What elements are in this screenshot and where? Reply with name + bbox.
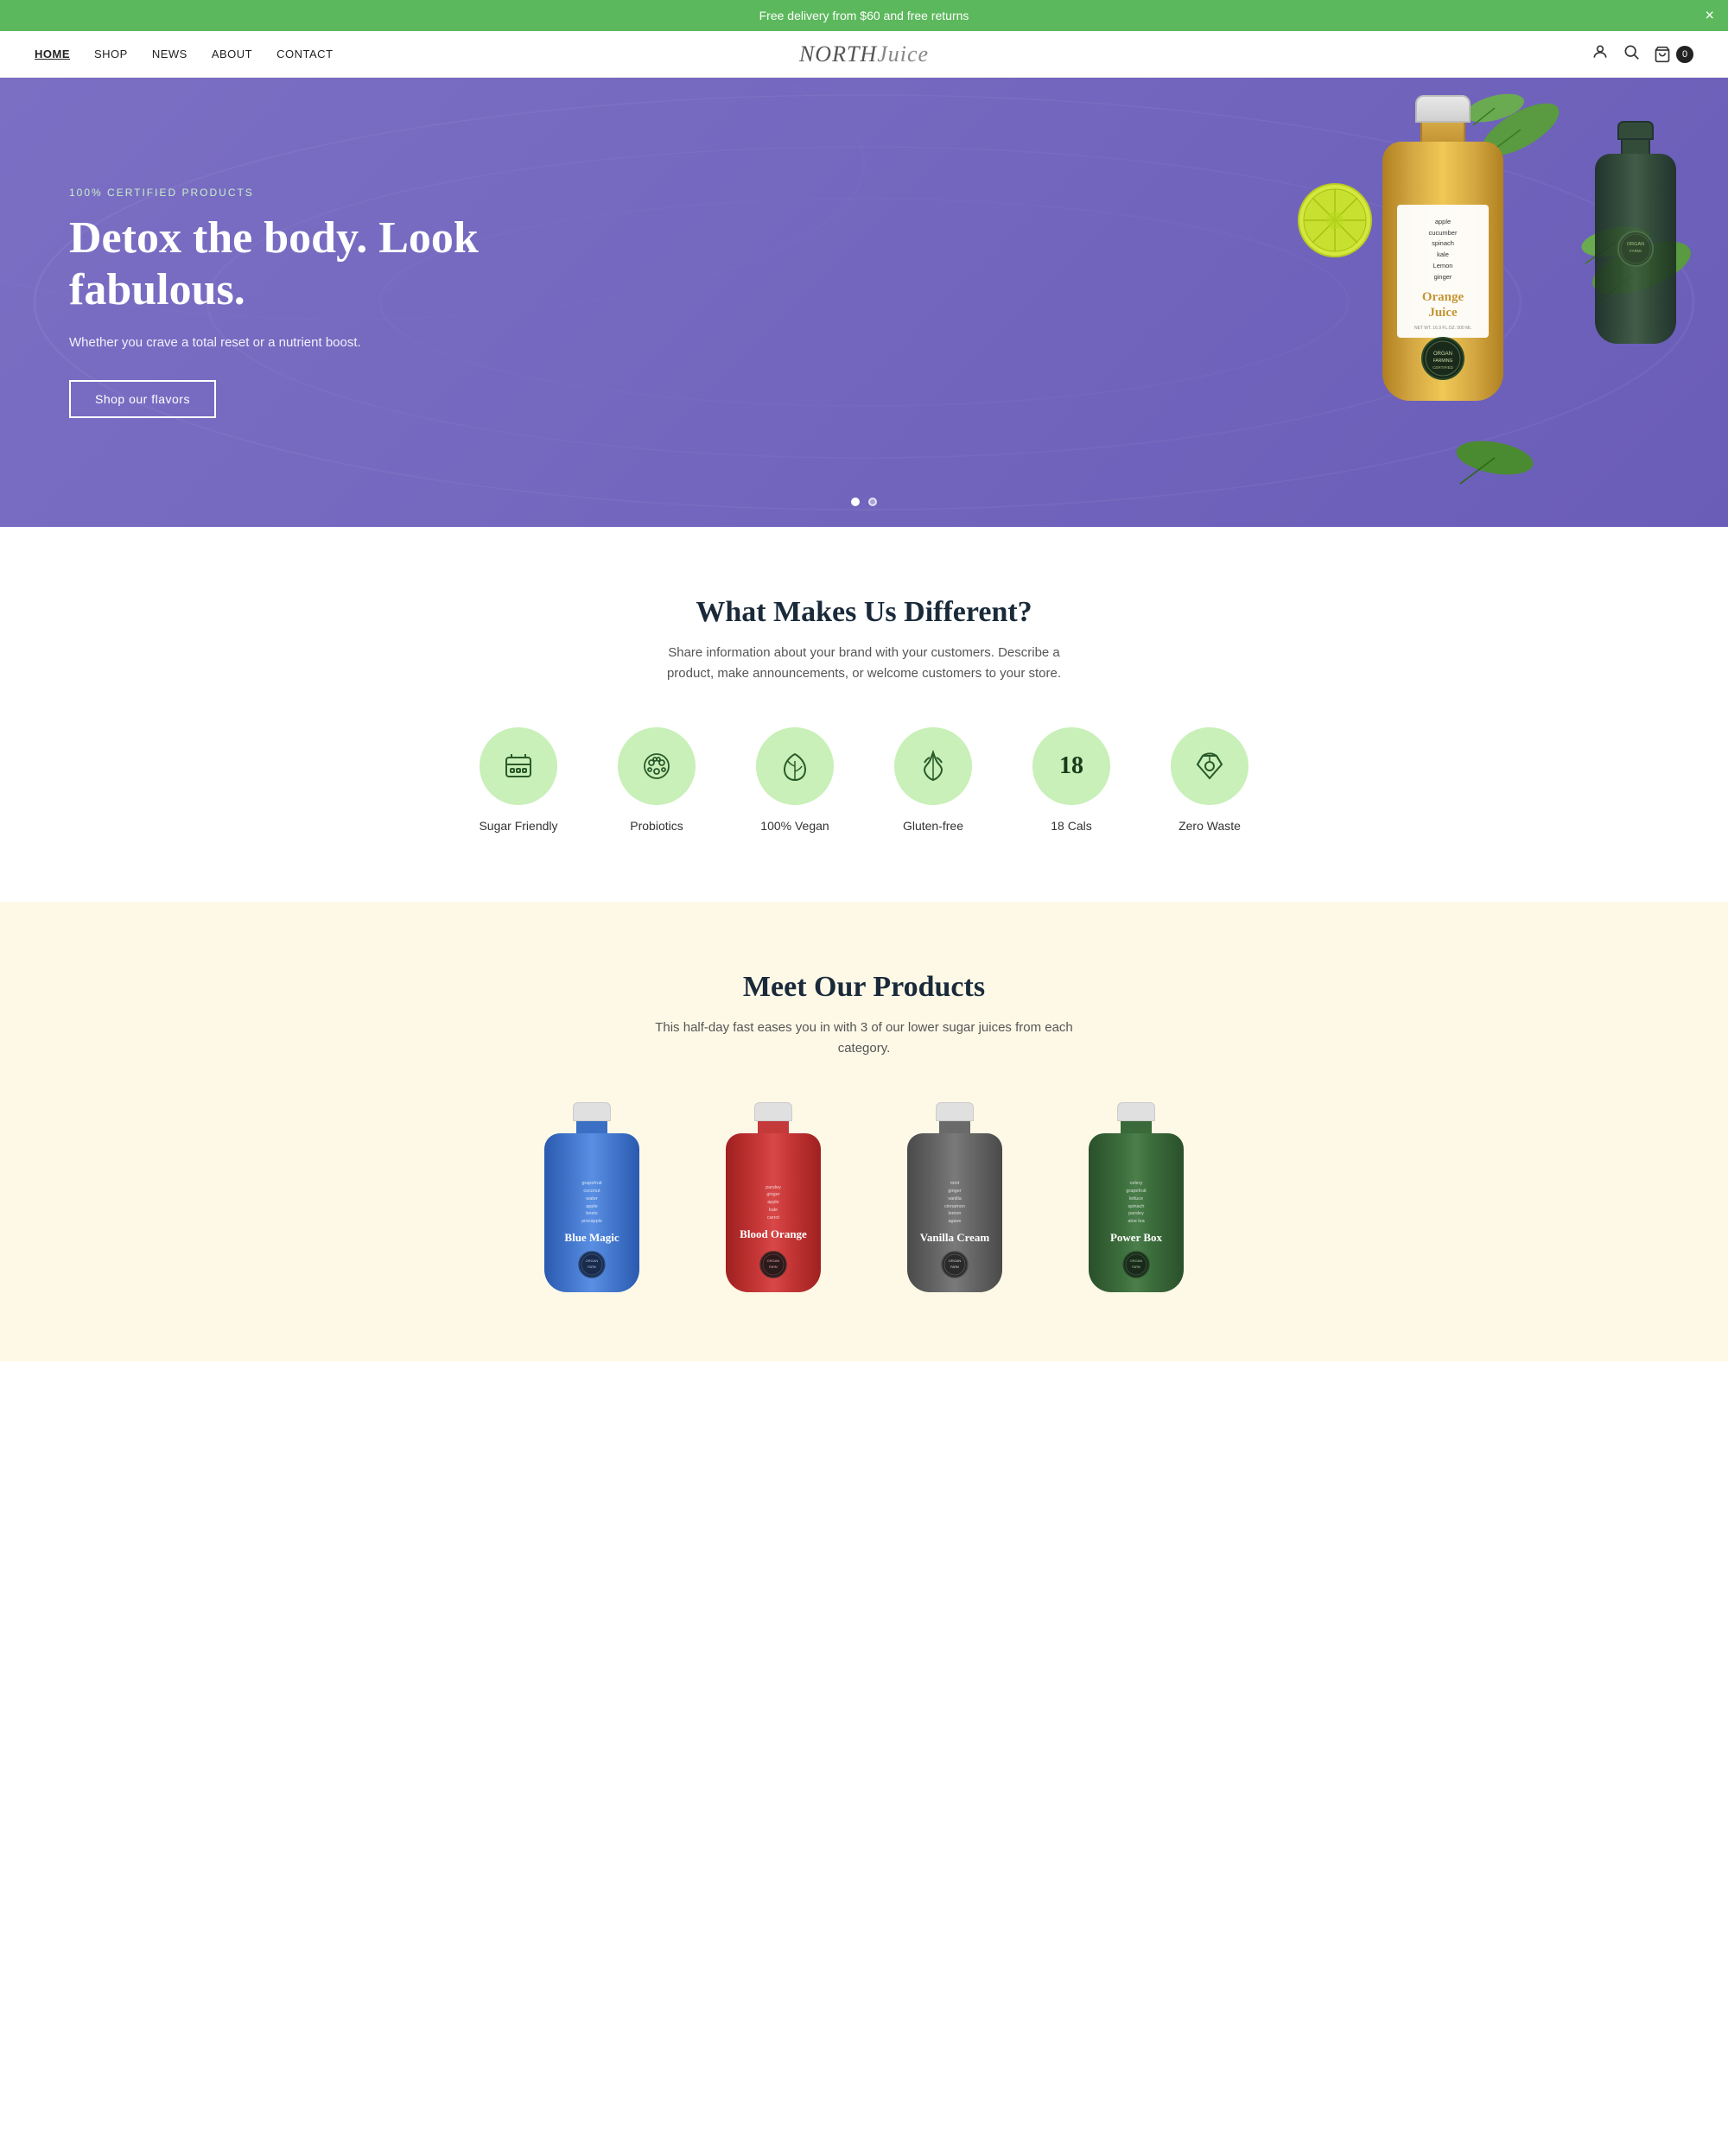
svg-text:ORGAN: ORGAN (1130, 1259, 1143, 1263)
announcement-text: Free delivery from $60 and free returns (759, 9, 969, 22)
blue-magic-name: Blue Magic (564, 1231, 619, 1246)
vanilla-cream-bottle: mint ginger vanilla cinnamon lemon agave… (907, 1102, 1002, 1292)
bottle-name: OrangeJuice (1404, 289, 1482, 320)
shop-flavors-button[interactable]: Shop our flavors (69, 380, 216, 418)
sugar-friendly-label: Sugar Friendly (479, 819, 557, 833)
announcement-bar: Free delivery from $60 and free returns … (0, 0, 1728, 31)
features-subtitle: Share information about your brand with … (648, 643, 1080, 684)
probiotics-label: Probiotics (630, 819, 683, 833)
hero-content: 100% CERTIFIED PRODUCTS Detox the body. … (69, 187, 484, 418)
product-blood-orange[interactable]: parsley ginger apple kale carrot Blood O… (696, 1102, 851, 1292)
zero-waste-label: Zero Waste (1178, 819, 1241, 833)
power-box-name: Power Box (1110, 1231, 1162, 1246)
site-logo[interactable]: NORTHJuice (799, 41, 929, 67)
search-icon[interactable] (1623, 43, 1640, 65)
product-blue-magic[interactable]: grapefruit coconut water apple beets pin… (514, 1102, 670, 1292)
hero-certified-label: 100% CERTIFIED PRODUCTS (69, 187, 484, 199)
account-icon[interactable] (1591, 43, 1609, 65)
power-box-bottle: celery grapefruit lettuce spinach parsle… (1089, 1102, 1184, 1292)
feature-zero-waste: Zero Waste (1158, 727, 1261, 833)
products-subtitle: This half-day fast eases you in with 3 o… (648, 1018, 1080, 1059)
svg-text:FARM: FARM (588, 1265, 596, 1269)
logo-main: NORTH (799, 41, 877, 67)
probiotics-icon (618, 727, 696, 805)
main-bottle: apple cucumber spinach kale Lemon ginger… (1382, 95, 1503, 401)
cals-icon: 18 (1032, 727, 1110, 805)
blood-orange-bottle: parsley ginger apple kale carrot Blood O… (726, 1102, 821, 1292)
products-section: Meet Our Products This half-day fast eas… (0, 902, 1728, 1361)
products-grid: grapefruit coconut water apple beets pin… (35, 1102, 1693, 1292)
vegan-icon (756, 727, 834, 805)
lime-slice (1296, 181, 1374, 263)
feature-18-cals: 18 18 Cals (1020, 727, 1123, 833)
gluten-free-label: Gluten-free (903, 819, 963, 833)
carousel-dots (851, 498, 877, 506)
nav-item-shop[interactable]: SHOP (94, 48, 128, 60)
bottle-ingredients: apple cucumber spinach kale Lemon ginger (1404, 217, 1482, 283)
header: HOME SHOP NEWS ABOUT CONTACT NORTHJuice (0, 31, 1728, 78)
nav-item-contact[interactable]: CONTACT (276, 48, 333, 60)
svg-text:ORGAN: ORGAN (767, 1259, 780, 1263)
logo-italic: Juice (877, 41, 929, 67)
svg-text:ORGAN: ORGAN (1433, 352, 1452, 357)
nav-item-news[interactable]: NEWS (152, 48, 187, 60)
header-icons: 0 (1591, 43, 1693, 65)
svg-text:FARM: FARM (769, 1265, 778, 1269)
cart-icon[interactable]: 0 (1654, 46, 1693, 63)
svg-text:ORGAN: ORGAN (949, 1259, 962, 1263)
vanilla-cream-name: Vanilla Cream (920, 1231, 990, 1246)
carousel-dot-1[interactable] (851, 498, 860, 506)
hero-image-area: apple cucumber spinach kale Lemon ginger… (691, 78, 1728, 527)
nav-item-home[interactable]: HOME (35, 48, 70, 60)
feature-sugar-friendly: Sugar Friendly (467, 727, 570, 833)
feature-probiotics: Probiotics (605, 727, 708, 833)
product-vanilla-cream[interactable]: mint ginger vanilla cinnamon lemon agave… (877, 1102, 1032, 1292)
zero-waste-icon (1171, 727, 1248, 805)
hero-section: 100% CERTIFIED PRODUCTS Detox the body. … (0, 78, 1728, 527)
product-power-box[interactable]: celery grapefruit lettuce spinach parsle… (1058, 1102, 1214, 1292)
svg-text:FARMING: FARMING (1433, 358, 1453, 364)
svg-text:FARMI: FARMI (1630, 249, 1642, 253)
carousel-dot-2[interactable] (868, 498, 877, 506)
svg-text:ORGAN: ORGAN (586, 1259, 599, 1263)
main-nav: HOME SHOP NEWS ABOUT CONTACT (35, 48, 334, 60)
feature-gluten-free: Gluten-free (881, 727, 985, 833)
hero-headline: Detox the body. Look fabulous. (69, 212, 484, 316)
close-announcement-button[interactable]: × (1705, 7, 1714, 25)
svg-text:FARM: FARM (950, 1265, 959, 1269)
products-title: Meet Our Products (35, 971, 1693, 1004)
cart-count: 0 (1676, 46, 1693, 63)
features-grid: Sugar Friendly Probiotics (35, 727, 1693, 833)
svg-text:ORGAN: ORGAN (1627, 242, 1644, 247)
hero-subtitle: Whether you crave a total reset or a nut… (69, 333, 484, 353)
dark-bottle: ORGAN FARMI (1595, 121, 1676, 344)
feature-vegan: 100% Vegan (743, 727, 847, 833)
vegan-label: 100% Vegan (760, 819, 829, 833)
sugar-friendly-icon (480, 727, 557, 805)
cals-label: 18 Cals (1051, 819, 1091, 833)
leaf-decoration-bottom (1452, 419, 1538, 501)
nav-item-about[interactable]: ABOUT (212, 48, 252, 60)
features-title: What Makes Us Different? (35, 596, 1693, 629)
features-section: What Makes Us Different? Share informati… (0, 527, 1728, 902)
svg-text:CERTIFIED: CERTIFIED (1433, 365, 1453, 370)
gluten-free-icon (894, 727, 972, 805)
blue-magic-bottle: grapefruit coconut water apple beets pin… (544, 1102, 639, 1292)
svg-text:FARM: FARM (1132, 1265, 1140, 1269)
blood-orange-name: Blood Orange (740, 1227, 807, 1242)
